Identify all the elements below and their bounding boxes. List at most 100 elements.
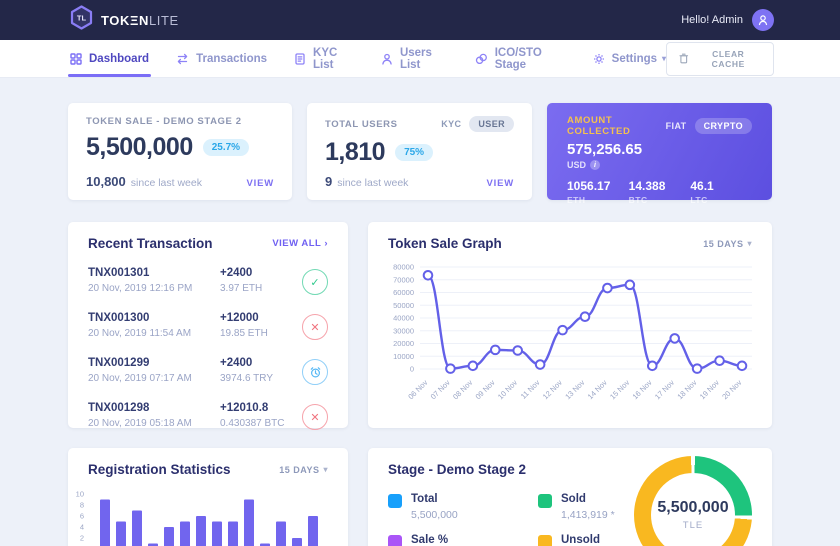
svg-text:60000: 60000 [393, 288, 414, 297]
crypto-amounts: 1056.17 ETH 14.388 BTC 46.1 LTC [567, 179, 752, 205]
token-sale-graph-card: Token Sale Graph 15 DAYS▾ 01000020000300… [368, 222, 772, 428]
unsold-swatch [538, 535, 552, 546]
toggle-fiat[interactable]: FIAT [666, 121, 687, 131]
svg-text:10000: 10000 [393, 352, 414, 361]
clear-cache-button[interactable]: CLEAR CACHE [666, 42, 774, 76]
svg-text:20 Nov: 20 Nov [720, 378, 743, 401]
user-menu[interactable]: Hello! Admin [681, 9, 774, 31]
tab-ico-sto-stage[interactable]: ICO/STO Stage [475, 40, 566, 77]
tab-kyc-list[interactable]: KYC List [294, 40, 354, 77]
transaction-row: TNX00130120 Nov, 2019 12:16 PM +24003.97… [68, 259, 348, 304]
card-title: TOTAL USERS [325, 119, 398, 130]
tx-amount: +2400 [220, 267, 302, 279]
donut-center-value: 5,500,000 [657, 499, 728, 517]
card-title: Token Sale Graph [388, 236, 502, 251]
svg-text:20000: 20000 [393, 339, 414, 348]
sale-pct-swatch [388, 535, 402, 546]
tokenlite-logo-icon: TL [70, 5, 93, 35]
svg-text:8: 8 [80, 501, 84, 510]
tx-id: TNX001301 [88, 267, 220, 279]
trash-icon [679, 53, 689, 64]
range-dropdown[interactable]: 15 DAYS▾ [703, 239, 752, 249]
chevron-right-icon: › [324, 238, 328, 249]
transaction-row: TNX00129920 Nov, 2019 07:17 AM +24003974… [68, 349, 348, 394]
tx-status-icon: ✓ [302, 269, 328, 295]
svg-text:70000: 70000 [393, 275, 414, 284]
tx-id: TNX001299 [88, 357, 220, 369]
greeting-text: Hello! Admin [681, 14, 743, 26]
card-title: Recent Transaction [88, 236, 213, 251]
recent-transactions-card: Recent Transaction VIEW ALL › TNX001301 2… [68, 222, 348, 428]
svg-text:09 Nov: 09 Nov [474, 378, 497, 401]
tab-users-list[interactable]: Users List [381, 40, 448, 77]
btc-value: 14.388 [629, 179, 691, 193]
chevron-down-icon: ▾ [662, 54, 666, 63]
svg-text:17 Nov: 17 Nov [653, 378, 676, 401]
percent-badge: 25.7% [203, 139, 249, 156]
tx-detail: 19.85 ETH [220, 328, 302, 339]
kyc-user-toggle: KYC USER [441, 116, 514, 132]
gear-icon [593, 53, 605, 65]
tx-id: TNX001300 [88, 312, 220, 324]
svg-text:07 Nov: 07 Nov [429, 378, 452, 401]
view-all-link[interactable]: VIEW ALL › [272, 238, 328, 249]
users-icon [381, 53, 393, 65]
tx-status-icon: ✕ [302, 314, 328, 340]
transaction-row: TNX00129820 Nov, 2019 05:18 AM +12010.80… [68, 394, 348, 439]
token-sale-value: 5,500,000 [86, 133, 193, 162]
grid-icon [70, 53, 82, 65]
svg-text:2: 2 [80, 534, 84, 543]
sold-swatch [538, 494, 552, 508]
tx-date: 20 Nov, 2019 11:54 AM [88, 328, 220, 339]
amount-value: 575,256.65 [567, 141, 752, 158]
token-sale-line-chart: 0100002000030000400005000060000700008000… [382, 259, 758, 423]
tx-detail: 3974.6 TRY [220, 373, 302, 384]
toggle-kyc[interactable]: KYC [441, 119, 461, 129]
eth-value: 1056.17 [567, 179, 629, 193]
svg-text:13 Nov: 13 Nov [563, 378, 586, 401]
brand-name: TOKΞNLITE [101, 13, 179, 28]
tx-status-icon: ✕ [302, 404, 328, 430]
svg-text:0: 0 [410, 365, 414, 374]
info-icon[interactable]: i [590, 160, 600, 170]
tab-settings[interactable]: Settings ▾ [593, 40, 666, 77]
tab-transactions[interactable]: Transactions [176, 40, 267, 77]
total-users-value: 1,810 [325, 138, 385, 167]
range-dropdown[interactable]: 15 DAYS▾ [279, 465, 328, 475]
legend-item-total: Total 5,500,000 [388, 493, 538, 521]
svg-text:50000: 50000 [393, 301, 414, 310]
tx-date: 20 Nov, 2019 12:16 PM [88, 283, 220, 294]
view-link[interactable]: VIEW [247, 178, 274, 189]
btc-label: BTC [629, 195, 691, 205]
delta-value: 10,800 [86, 174, 126, 189]
ltc-value: 46.1 [690, 179, 752, 193]
tab-dashboard[interactable]: Dashboard [70, 40, 149, 77]
svg-text:80000: 80000 [393, 263, 414, 272]
percent-badge: 75% [395, 144, 433, 161]
svg-text:06 Nov: 06 Nov [406, 378, 429, 401]
svg-text:12 Nov: 12 Nov [541, 378, 564, 401]
donut-center-label: TLE [683, 520, 703, 531]
toggle-user[interactable]: USER [469, 116, 514, 132]
fiat-crypto-toggle: FIAT CRYPTO [666, 118, 752, 134]
card-title: Stage - Demo Stage 2 [388, 462, 526, 477]
legend-item-sale-pct: Sale % 25.7% Sold [388, 534, 538, 546]
registration-bar-chart: 108642 [70, 484, 340, 546]
svg-text:TL: TL [77, 14, 87, 23]
card-title: TOKEN SALE - DEMO STAGE 2 [86, 116, 274, 127]
registration-statistics-card: Registration Statistics 15 DAYS▾ 108642 [68, 448, 348, 546]
tx-amount: +2400 [220, 357, 302, 369]
eth-label: ETH [567, 195, 629, 205]
svg-text:18 Nov: 18 Nov [675, 378, 698, 401]
swap-icon [176, 53, 189, 65]
svg-text:15 Nov: 15 Nov [608, 378, 631, 401]
svg-text:14 Nov: 14 Nov [586, 378, 609, 401]
avatar[interactable] [752, 9, 774, 31]
total-swatch [388, 494, 402, 508]
tx-status-icon [302, 359, 328, 385]
svg-text:16 Nov: 16 Nov [631, 378, 654, 401]
view-link[interactable]: VIEW [487, 178, 514, 189]
token-sale-card: TOKEN SALE - DEMO STAGE 2 5,500,000 25.7… [68, 103, 292, 200]
tx-date: 20 Nov, 2019 05:18 AM [88, 418, 220, 429]
toggle-crypto[interactable]: CRYPTO [695, 118, 752, 134]
